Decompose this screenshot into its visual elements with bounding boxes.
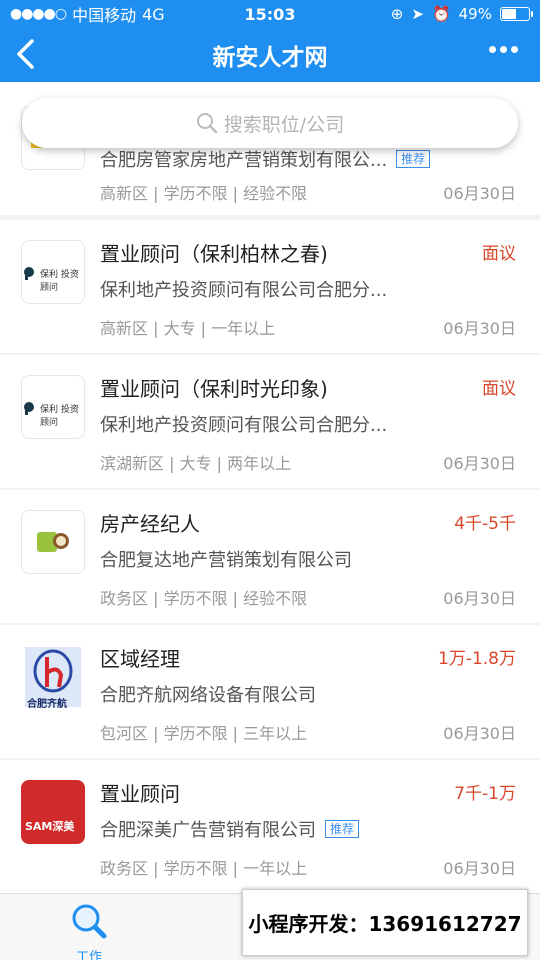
battery-icon (499, 7, 533, 21)
search-icon (72, 904, 107, 939)
search-icon (196, 113, 217, 134)
more-dot-icon (511, 46, 518, 53)
logo-text: 合肥齐航 (27, 699, 67, 709)
clock: 15:03 (244, 4, 296, 24)
carrier-label: 中国移动 (72, 6, 137, 25)
job-meta: 高新区 | 大专 | 一年以上 (100, 319, 276, 338)
search-placeholder: 搜索职位/公司 (223, 113, 345, 136)
job-meta: 政务区 | 学历不限 | 一年以上 (100, 859, 308, 878)
job-card[interactable]: SAM深美 置业顾问 7千-1万 合肥深美广告营销有限公司 推荐 政务区 | 学… (0, 760, 540, 893)
company-logo: 合肥齐航 (21, 645, 85, 709)
job-meta: 滨湖新区 | 大专 | 两年以上 (100, 454, 292, 473)
job-title: 房产经纪人 (100, 512, 200, 536)
job-card[interactable]: 保利 投资顾问 置业顾问（保利时光印象) 面议 保利地产投资顾问有限公司合肥分.… (0, 355, 540, 488)
company-logo: 保利 投资顾问 (21, 240, 85, 304)
more-dot-icon (500, 46, 507, 53)
job-card[interactable]: 合肥齐航 区域经理 1万-1.8万 合肥齐航网络设备有限公司 包河区 | 学历不… (0, 625, 540, 758)
fuda-logo-icon (37, 532, 69, 552)
recommend-tag: 推荐 (396, 150, 431, 168)
job-title: 置业顾问（保利柏林之春) (100, 242, 328, 266)
battery-percent: 49% (458, 5, 492, 23)
company-name: 保利地产投资顾问有限公司合肥分... (100, 415, 388, 436)
post-date: 06月30日 (443, 454, 516, 473)
page-title: 新安人才网 (212, 45, 328, 71)
job-title: 置业顾问 (100, 782, 180, 806)
salary: 4千-5千 (454, 514, 516, 534)
post-date: 06月30日 (443, 589, 516, 608)
company-name: 合肥齐航网络设备有限公司 (100, 685, 316, 706)
job-meta: 高新区 | 学历不限 | 经验不限 (100, 184, 308, 203)
company-name: 合肥房管家房地产营销策划有限公... (100, 150, 388, 171)
company-logo: SAM深美 (21, 780, 85, 844)
job-title: 置业顾问（保利时光印象) (100, 377, 328, 401)
company-name-row: 合肥深美广告营销有限公司 推荐 (100, 816, 360, 842)
post-date: 06月30日 (443, 319, 516, 338)
alarm-icon: ⏰ (431, 5, 451, 23)
logo-text: 保利 投资顾问 (40, 405, 79, 428)
search-input[interactable]: 搜索职位/公司 (22, 98, 518, 148)
company-name: 保利地产投资顾问有限公司合肥分... (100, 280, 388, 301)
company-name-row: 合肥房管家房地产营销策划有限公... 推荐 (100, 146, 431, 172)
salary: 面议 (482, 379, 516, 399)
job-meta: 政务区 | 学历不限 | 经验不限 (100, 589, 308, 608)
company-logo (21, 510, 85, 574)
more-dot-icon (489, 46, 496, 53)
rotation-lock-icon: ⊕ (390, 5, 404, 23)
job-card[interactable]: 保利 投资顾问 置业顾问（保利柏林之春) 面议 保利地产投资顾问有限公司合肥分.… (0, 220, 540, 353)
status-bar: ●●●●○ 中国移动 4G 15:03 ⊕ ➤ ⏰ 49% (0, 0, 540, 28)
tab-work[interactable]: 工作 (64, 902, 114, 960)
salary: 1万-1.8万 (438, 649, 516, 669)
post-date: 06月30日 (443, 724, 516, 743)
location-icon: ➤ (411, 5, 424, 23)
logo-text: SAM深美 (25, 820, 75, 833)
signal-icon: ●●●●○ (10, 6, 67, 22)
company-logo: 保利 投资顾问 (21, 375, 85, 439)
battery-fill (501, 9, 516, 19)
job-meta: 包河区 | 学历不限 | 三年以上 (100, 724, 308, 743)
job-card[interactable]: 房产经纪人 4千-5千 合肥复达地产营销策划有限公司 政务区 | 学历不限 | … (0, 490, 540, 623)
company-name: 合肥复达地产营销策划有限公司 (100, 550, 352, 571)
promo-banner: 小程序开发：13691612727 (242, 889, 528, 956)
recommend-tag: 推荐 (325, 820, 360, 838)
post-date: 06月30日 (443, 859, 516, 878)
network-label: 4G (142, 4, 165, 24)
salary: 7千-1万 (454, 784, 516, 804)
more-button[interactable] (489, 46, 518, 53)
post-date: 06月30日 (443, 184, 516, 203)
company-name: 合肥深美广告营销有限公司 (100, 820, 316, 841)
logo-text: 保利 投资顾问 (40, 270, 79, 293)
job-title: 区域经理 (100, 647, 180, 671)
tab-work-label: 工作 (75, 950, 102, 960)
salary: 面议 (482, 244, 516, 264)
